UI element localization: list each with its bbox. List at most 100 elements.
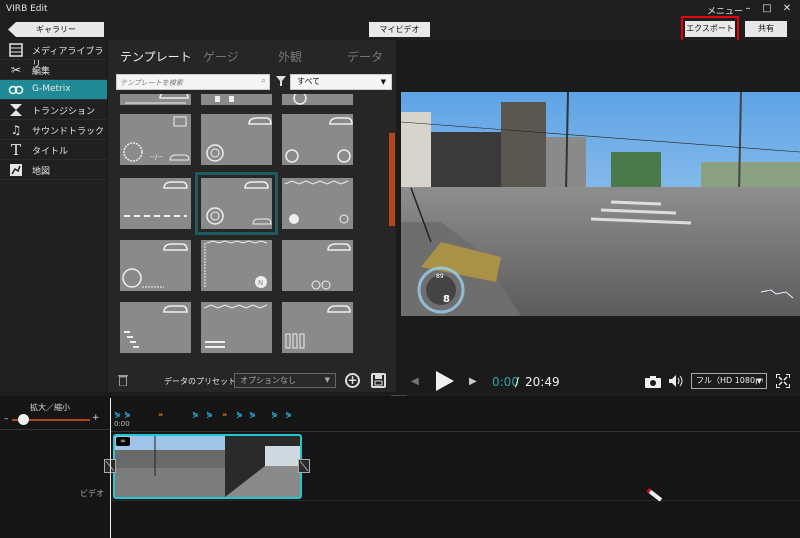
video-track-label: ビデオ [80,489,104,498]
total-time: 20:49 [525,375,560,389]
zoom-label: 拡大／縮小 [30,403,70,412]
template-grid: --/-- N [110,94,390,364]
video-preview[interactable]: 89 8 [401,92,800,316]
film-icon [8,43,24,57]
app-title: VIRB Edit [6,4,48,14]
template-tile[interactable] [282,114,353,165]
chevron-down-icon: ▼ [324,376,330,384]
sidebar-item-title[interactable]: T タイトル [0,140,107,160]
tab-appearance[interactable]: 外観 [278,48,302,65]
preset-value: オプションなし [240,376,296,385]
sidebar-item-label: サウンドトラック [32,127,105,137]
previous-frame-icon[interactable]: ◀ [411,376,419,387]
maximize-icon[interactable]: □ [759,2,775,16]
gmetrix-icon [8,83,24,97]
track-header-area [0,429,110,538]
template-tile[interactable] [120,302,191,353]
marker-icon[interactable]: ⋟ [236,410,243,419]
sidebar-item-soundtrack[interactable]: ♫ サウンドトラック [0,120,107,140]
tab-templates[interactable]: テンプレート [120,48,192,65]
fullscreen-icon[interactable] [775,373,791,389]
map-icon [8,163,24,177]
template-tile[interactable] [195,172,278,235]
template-tile[interactable] [201,302,272,353]
add-preset-icon[interactable]: + [345,373,360,388]
sidebar-item-label: トランジション [32,107,96,117]
sidebar-item-transition[interactable]: トランジション [0,100,107,120]
sidebar-item-gmetrix[interactable]: G-Metrix [0,80,107,100]
template-search-box[interactable]: ⌕ [116,74,270,90]
marker-icon[interactable]: ⋟ [271,410,278,419]
tab-gauges[interactable]: ゲージ [203,48,239,65]
zoom-in-icon[interactable]: + [92,413,100,423]
export-button[interactable]: エクスポート [685,21,735,37]
marker-icon[interactable]: ⋟ [285,410,292,419]
marker-icon[interactable]: » [158,410,163,419]
chevron-down-icon: ▼ [380,78,386,86]
trash-icon[interactable] [118,374,128,387]
timeline-ruler[interactable] [110,398,800,432]
template-tile[interactable] [120,240,191,291]
template-tile[interactable] [201,114,272,165]
next-frame-icon[interactable]: ▶ [469,376,477,387]
close-icon[interactable]: ✕ [779,2,795,16]
video-clip[interactable] [113,434,302,499]
svg-text:N: N [258,279,263,287]
sidebar-item-label: 編集 [32,67,51,77]
quality-dropdown[interactable]: フル（HD 1080p） ▼ [691,373,767,389]
template-tile[interactable] [120,94,191,105]
overlay-speed-value: 8 [443,294,450,305]
filter-value: すべて [297,77,321,86]
play-button[interactable] [436,371,454,391]
camera-icon[interactable] [645,376,661,388]
save-preset-icon[interactable] [371,373,386,388]
template-scrollbar-thumb[interactable] [389,133,395,226]
marker-icon[interactable]: ⋟ [114,410,121,419]
template-tile[interactable] [282,240,353,291]
track-divider [110,500,800,501]
sidebar-item-map[interactable]: 地図 [0,160,107,180]
sidebar-item-media-library[interactable]: メディアライブラリ [0,40,107,70]
playhead[interactable] [110,398,111,538]
template-tile[interactable]: --/-- [120,114,191,165]
gallery-button[interactable]: ギャラリー [8,22,104,37]
preset-dropdown[interactable]: オプションなし ▼ [234,373,336,388]
time-separator: / [515,375,520,389]
ruler-start-time: 0:00 [114,420,130,428]
volume-icon[interactable] [669,375,684,387]
search-icon[interactable]: ⌕ [261,76,266,86]
template-tile[interactable] [282,94,353,105]
template-tile[interactable]: N [201,240,272,291]
marker-icon[interactable]: ⋟ [249,410,256,419]
clip-trim-right-handle[interactable] [298,459,310,473]
sidebar-item-label: タイトル [32,147,69,157]
tab-data[interactable]: データ [347,48,383,65]
share-button[interactable]: 共有 [745,21,787,37]
sidebar-item-edit[interactable]: ✂ 編集 [0,60,107,80]
template-search-input[interactable] [120,77,250,88]
title-bar [0,0,800,20]
minimize-icon[interactable]: – [740,2,756,16]
chevron-down-icon: ▼ [756,374,762,388]
my-video-button[interactable]: マイビデオ [369,22,430,37]
sidebar-item-label: 地図 [32,167,51,177]
template-tile[interactable] [201,94,272,105]
preset-label: データのプリセット： [164,377,244,386]
template-tile[interactable] [282,178,353,229]
template-tile[interactable] [282,302,353,353]
music-note-icon: ♫ [10,123,22,137]
filter-dropdown[interactable]: すべて ▼ [290,74,392,90]
title-t-icon: T [10,141,21,159]
marker-icon[interactable]: ⋟ [206,410,213,419]
transition-icon [8,103,24,117]
overlay-heading-value: 89 [436,273,444,280]
sidebar: メディアライブラリ ✂ 編集 G-Metrix トランジション ♫ サウンドトラ… [0,40,107,392]
template-tile[interactable] [120,178,191,229]
marker-icon[interactable]: ⋟ [192,410,199,419]
sidebar-item-label: G-Metrix [32,84,71,94]
pencil-cursor-icon [645,488,665,502]
marker-icon[interactable]: » [222,410,227,419]
zoom-out-icon[interactable]: – [4,414,9,424]
marker-icon[interactable]: ⋟ [124,410,131,419]
gmetrix-badge-icon: ∞ [116,437,130,446]
